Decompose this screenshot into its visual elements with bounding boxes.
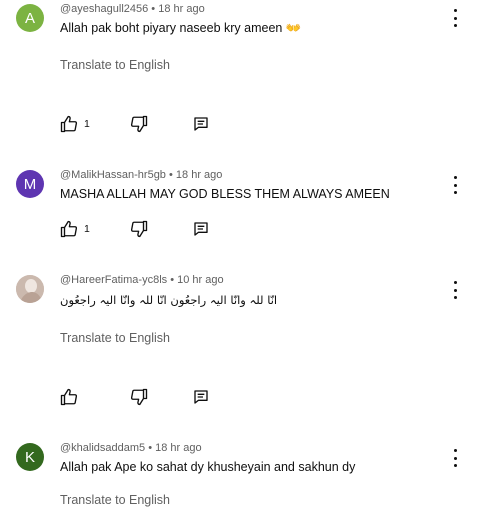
timestamp[interactable]: 10 hr ago xyxy=(177,274,223,286)
comment-text: Allah pak Ape ko sahat dy khusheyain and… xyxy=(60,460,356,474)
dislike-button[interactable] xyxy=(130,220,148,238)
hands-emoji-icon: 👐 xyxy=(285,21,302,35)
reply-button[interactable] xyxy=(193,388,209,406)
author-name[interactable]: @khalidsaddam5 xyxy=(60,442,145,454)
comment-meta: @HareerFatima-yc8ls • 10 hr ago xyxy=(60,274,224,286)
comment-actions: 1 xyxy=(60,115,260,135)
avatar[interactable]: A xyxy=(16,4,44,32)
like-count: 1 xyxy=(84,223,90,235)
dislike-button[interactable] xyxy=(130,115,148,133)
more-options-icon[interactable] xyxy=(448,175,462,195)
reply-icon xyxy=(194,390,208,404)
like-button[interactable] xyxy=(60,388,78,406)
comment-2: M @MalikHassan-hr5gb • 18 hr ago MASHA A… xyxy=(0,160,484,255)
author-name[interactable]: @MalikHassan-hr5gb xyxy=(60,169,166,181)
comment-text: MASHA ALLAH MAY GOD BLESS THEM ALWAYS AM… xyxy=(60,187,390,201)
comment-text: انّا للہ وانّا الیہ راجعُون انّا للہ وان… xyxy=(60,293,278,307)
author-name[interactable]: @HareerFatima-yc8ls xyxy=(60,274,167,286)
translate-link[interactable]: Translate to English xyxy=(60,331,170,345)
avatar[interactable] xyxy=(16,275,44,303)
like-button[interactable]: 1 xyxy=(60,115,90,133)
thumbs-down-icon xyxy=(130,220,148,238)
thumbs-up-icon xyxy=(60,220,78,238)
reply-icon xyxy=(194,222,208,236)
thumbs-down-icon xyxy=(130,115,148,133)
timestamp[interactable]: 18 hr ago xyxy=(176,169,222,181)
avatar[interactable]: M xyxy=(16,170,44,198)
translate-link[interactable]: Translate to English xyxy=(60,58,170,72)
author-name[interactable]: @ayeshagull2456 xyxy=(60,3,148,15)
comment-meta: @MalikHassan-hr5gb • 18 hr ago xyxy=(60,169,223,181)
timestamp[interactable]: 18 hr ago xyxy=(155,442,201,454)
thumbs-up-icon xyxy=(60,115,78,133)
timestamp[interactable]: 18 hr ago xyxy=(158,3,204,15)
comment-actions: 1 xyxy=(60,220,260,240)
profile-photo-icon xyxy=(16,275,44,303)
comment-3: @HareerFatima-yc8ls • 10 hr ago انّا للہ… xyxy=(0,265,484,415)
comment-meta: @ayeshagull2456 • 18 hr ago xyxy=(60,3,205,15)
comment-1: A @ayeshagull2456 • 18 hr ago Allah pak … xyxy=(0,0,484,150)
translate-link[interactable]: Translate to English xyxy=(60,493,170,507)
more-options-icon[interactable] xyxy=(448,8,462,28)
reply-button[interactable] xyxy=(193,220,209,238)
more-options-icon[interactable] xyxy=(448,448,462,468)
reply-button[interactable] xyxy=(193,115,209,133)
dislike-button[interactable] xyxy=(130,388,148,406)
avatar[interactable]: K xyxy=(16,443,44,471)
like-count: 1 xyxy=(84,118,90,130)
thumbs-up-icon xyxy=(60,388,78,406)
comment-actions xyxy=(60,388,260,408)
comment-meta: @khalidsaddam5 • 18 hr ago xyxy=(60,442,202,454)
comment-text: Allah pak boht piyary naseeb kry ameen 👐 xyxy=(60,21,302,35)
more-options-icon[interactable] xyxy=(448,280,462,300)
reply-icon xyxy=(194,117,208,131)
comment-4: K @khalidsaddam5 • 18 hr ago Allah pak A… xyxy=(0,430,484,507)
like-button[interactable]: 1 xyxy=(60,220,90,238)
thumbs-down-icon xyxy=(130,388,148,406)
